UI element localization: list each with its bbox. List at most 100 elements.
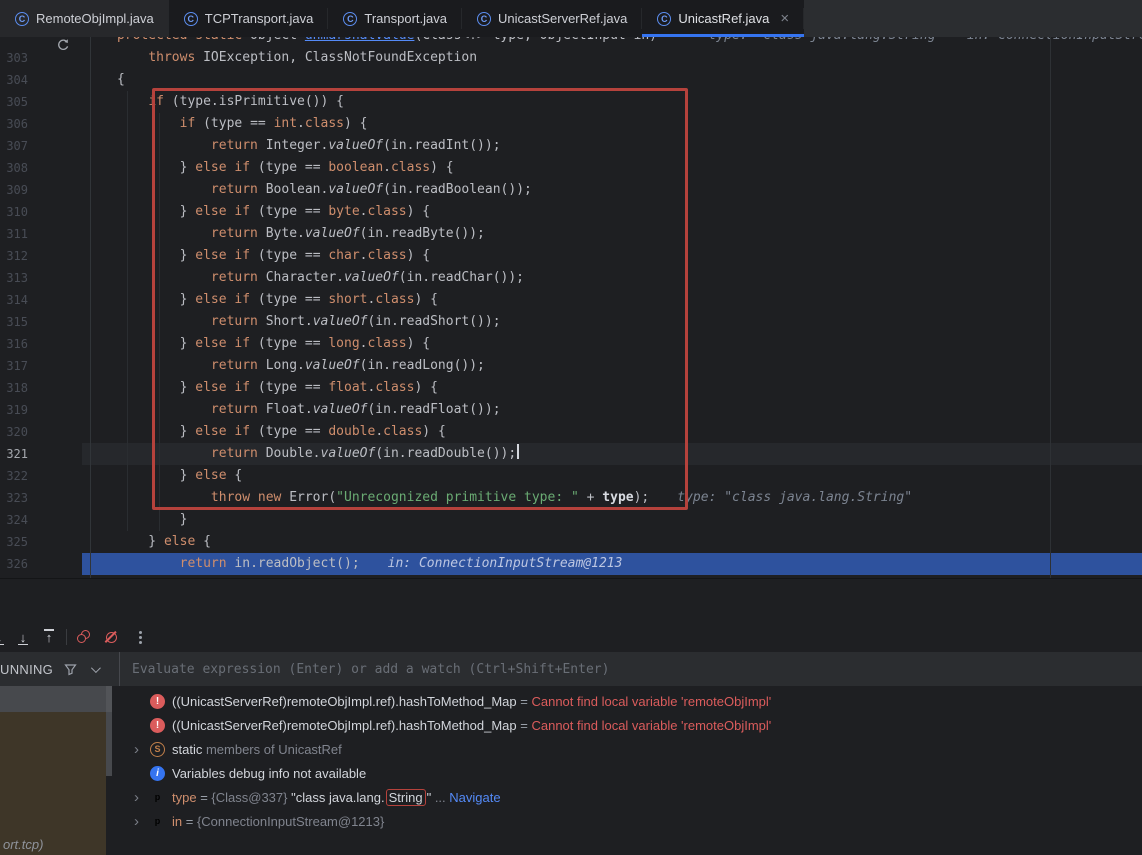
code-text[interactable]: } else if (type == long.class) { [82, 333, 1142, 355]
gutter-icon-column[interactable] [36, 289, 82, 311]
tab-UnicastServerRef.java[interactable]: CUnicastServerRef.java [462, 0, 642, 37]
code-text[interactable]: protected static Object unmarshalValue(C… [82, 37, 1142, 47]
evaluate-expression-input[interactable]: Evaluate expression (Enter) or add a wat… [120, 662, 1142, 677]
tab-Transport.java[interactable]: CTransport.java [328, 0, 462, 37]
gutter-icon-column[interactable] [36, 113, 82, 135]
gutter-icon-column[interactable] [36, 91, 82, 113]
code-text[interactable]: } else if (type == short.class) { [82, 289, 1142, 311]
code-editor: protected static Object unmarshalValue(C… [0, 37, 1142, 578]
code-text[interactable]: } else if (type == char.class) { [82, 245, 1142, 267]
code-text[interactable]: { [82, 69, 1142, 91]
code-text[interactable]: } else { [82, 531, 1142, 553]
code-text[interactable]: return in.readObject();in: ConnectionInp… [82, 553, 1142, 575]
watch-row-5[interactable]: ›pin = {ConnectionInputStream@1213} [132, 809, 1142, 833]
line-number: 326 [0, 553, 36, 575]
threads-dropdown[interactable]: UNNING [0, 652, 120, 686]
code-text[interactable]: throw new Error("Unrecognized primitive … [82, 487, 1142, 509]
chevron-right-icon[interactable]: › [132, 742, 150, 757]
gutter-icon-column[interactable] [36, 355, 82, 377]
gutter-icon-column[interactable] [36, 377, 82, 399]
code-segment: return [211, 182, 258, 197]
code-segment: long [328, 336, 359, 351]
code-text[interactable]: return Float.valueOf(in.readFloat()); [82, 399, 1142, 421]
error-icon: ! [150, 694, 166, 709]
code-segment: else [195, 204, 226, 219]
code-text[interactable]: return Character.valueOf(in.readChar()); [82, 267, 1142, 289]
code-segment: else [195, 248, 226, 263]
filter-icon[interactable] [64, 663, 77, 676]
code-segment: if [180, 116, 196, 131]
step-out-icon[interactable]: ↑ [41, 629, 57, 645]
gutter-icon-column[interactable] [36, 443, 82, 465]
code-text[interactable]: return Long.valueOf(in.readLong()); [82, 355, 1142, 377]
code-segment: + [579, 490, 602, 505]
step-partial-icon[interactable]: ↓ [0, 629, 7, 645]
gutter-icon-column[interactable] [36, 399, 82, 421]
code-text[interactable]: if (type == int.class) { [82, 113, 1142, 135]
code-text[interactable]: } else if (type == boolean.class) { [82, 157, 1142, 179]
gutter-icon-column[interactable] [36, 135, 82, 157]
code-text[interactable]: throws IOException, ClassNotFoundExcepti… [82, 47, 1142, 69]
watch-segment[interactable]: Navigate [446, 790, 501, 805]
code-line-319: 319 return Float.valueOf(in.readFloat())… [0, 399, 1142, 421]
recursive-call-icon[interactable] [56, 38, 70, 52]
code-text[interactable]: } else if (type == float.class) { [82, 377, 1142, 399]
line-number: 314 [0, 289, 36, 311]
watch-segment: = [520, 694, 531, 709]
gutter-icon-column[interactable] [36, 333, 82, 355]
code-line-320: 320 } else if (type == double.class) { [0, 421, 1142, 443]
code-text[interactable]: } else { [82, 465, 1142, 487]
java-class-icon: C [15, 12, 29, 26]
code-segment [117, 226, 211, 241]
gutter-icon-column[interactable] [36, 157, 82, 179]
gutter-icon-column[interactable] [36, 223, 82, 245]
close-icon[interactable]: × [780, 11, 789, 26]
chevron-right-icon[interactable]: › [132, 814, 150, 829]
gutter-icon-column[interactable] [36, 465, 82, 487]
frame-row-library[interactable]: ort.tcp) [0, 712, 106, 855]
code-text[interactable]: } [82, 509, 1142, 531]
code-text[interactable]: return Byte.valueOf(in.readByte()); [82, 223, 1142, 245]
watch-row-1[interactable]: !((UnicastServerRef)remoteObjImpl.ref).h… [132, 713, 1142, 737]
gutter-icon-column[interactable] [36, 509, 82, 531]
code-text[interactable]: } else if (type == double.class) { [82, 421, 1142, 443]
gutter-icon-column[interactable] [36, 311, 82, 333]
code-segment: class [368, 204, 407, 219]
gutter-icon-column[interactable] [36, 421, 82, 443]
tab-UnicastRef.java[interactable]: CUnicastRef.java× [642, 0, 804, 37]
gutter-icon-column[interactable] [36, 553, 82, 575]
step-into-icon[interactable]: ↓ [15, 629, 31, 645]
ide-window: CRemoteObjImpl.javaCTCPTransport.javaCTr… [0, 0, 1142, 855]
code-text[interactable]: return Short.valueOf(in.readShort()); [82, 311, 1142, 333]
gutter-icon-column[interactable] [36, 201, 82, 223]
gutter-icon-column[interactable] [36, 69, 82, 91]
code-text[interactable]: } else if (type == byte.class) { [82, 201, 1142, 223]
tab-bar-filler [804, 0, 1142, 37]
code-text[interactable]: return Double.valueOf(in.readDouble()); [82, 443, 1142, 465]
gutter-icon-column[interactable] [36, 531, 82, 553]
chevron-right-icon[interactable]: › [132, 790, 150, 805]
mute-breakpoints-icon[interactable] [103, 629, 119, 645]
line-number: 310 [0, 201, 36, 223]
code-text[interactable]: return Boolean.valueOf(in.readBoolean())… [82, 179, 1142, 201]
watch-row-3[interactable]: iVariables debug info not available [132, 761, 1142, 785]
chevron-down-icon[interactable] [91, 663, 101, 673]
watch-row-0[interactable]: !((UnicastServerRef)remoteObjImpl.ref).h… [132, 689, 1142, 713]
watch-row-4[interactable]: ›ptype = {Class@337} "class java.lang.St… [132, 785, 1142, 809]
code-text[interactable]: return Integer.valueOf(in.readInt()); [82, 135, 1142, 157]
gutter-icon-column[interactable] [36, 179, 82, 201]
gutter-icon-column[interactable] [36, 245, 82, 267]
gutter-icon-column[interactable] [36, 487, 82, 509]
more-options-icon[interactable] [132, 629, 148, 645]
code-text[interactable]: if (type.isPrimitive()) { [82, 91, 1142, 113]
gutter-icon-column[interactable] [36, 267, 82, 289]
tab-TCPTransport.java[interactable]: CTCPTransport.java [169, 0, 329, 37]
frames-panel: ort.tcp) [0, 686, 112, 855]
view-breakpoints-icon[interactable] [76, 629, 92, 645]
watch-row-2[interactable]: ›Sstatic members of UnicastRef [132, 737, 1142, 761]
frame-row-selected[interactable] [0, 686, 112, 712]
line-number: 315 [0, 311, 36, 333]
code-segment: Long. [258, 358, 305, 373]
tab-RemoteObjImpl.java[interactable]: CRemoteObjImpl.java [0, 0, 169, 37]
code-segment: double [328, 424, 375, 439]
